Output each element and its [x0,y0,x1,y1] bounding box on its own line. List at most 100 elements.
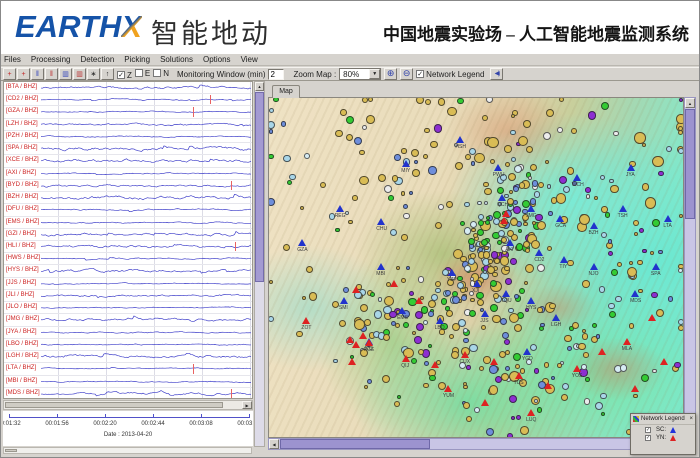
filter-traces-button[interactable]: ▥ [59,68,72,80]
event-marker [524,281,528,285]
scroll-right-button[interactable]: ▶ [242,401,252,409]
trace-row[interactable]: [JYA / BHZ] [4,327,252,339]
legend-checkbox-yn-box[interactable]: ✓ [645,435,651,441]
move-up-button[interactable]: ↑ [101,68,114,80]
menu-files[interactable]: Files [4,55,21,64]
legend-checkbox-sc-box[interactable]: ✓ [645,427,651,433]
legend-checkbox-sc[interactable]: ✓ [645,427,651,433]
scrollbar-thumb[interactable] [685,109,695,219]
scrollbar-thumb[interactable] [280,439,430,449]
component-n-checkbox-box[interactable] [153,69,161,77]
map-canvas[interactable]: HSHMIYPWUWCHJYAREGGZACHUQCHJMGGCABZHTSHL… [268,97,684,438]
trace-row[interactable]: [CD2 / BHZ] [4,94,252,106]
waveform-hscrollbar[interactable]: ▶ [3,400,253,410]
event-marker [497,187,504,194]
map-tab[interactable]: Map [272,85,300,98]
event-marker [487,137,499,149]
legend-checkbox-yn[interactable]: ✓ [645,435,651,441]
scrollbar-thumb[interactable] [255,92,264,282]
trace-row[interactable]: [LTA / BHZ] [4,363,252,375]
trace-row[interactable]: [GZA / BHZ] [4,106,252,118]
trace-row[interactable]: [DFU / BHZ] [4,204,252,216]
menu-picking[interactable]: Picking [124,55,150,64]
menu-view[interactable]: View [241,55,258,64]
scroll-left-button[interactable]: ◀ [269,439,279,449]
trace-row[interactable]: [SPA / BHZ] [4,143,252,155]
station-map-label: GCA [555,223,566,229]
trace-row[interactable]: [LZH / BHZ] [4,119,252,131]
map-zoom-out-button[interactable]: ⊖ [400,68,413,80]
trace-row[interactable]: [HYS / BHZ] [4,265,252,277]
component-e-checkbox[interactable]: E [135,69,150,78]
scroll-up-button[interactable]: ▲ [685,98,695,108]
pick-tool-button[interactable]: + [3,68,16,80]
trace-row[interactable]: [BTA / BHZ] [4,82,252,94]
event-marker [441,298,448,305]
trace-row[interactable]: [LGH / BHZ] [4,351,252,363]
network-legend-checkbox[interactable]: ✓Network Legend [416,70,484,79]
event-marker [513,353,521,361]
trace-row[interactable]: [GZI / BHZ] [4,229,252,241]
autoscale-button[interactable]: ∗ [87,68,100,80]
sc-station-icon [436,317,444,324]
menu-solutions[interactable]: Solutions [160,55,193,64]
map-vscrollbar[interactable]: ▲ ▼ [684,97,696,438]
trace-row[interactable]: [PZH / BHZ] [4,131,252,143]
waveform-panel[interactable]: [BTA / BHZ][CD2 / BHZ][GZA / BHZ][LZH / … [3,81,253,399]
event-marker [513,186,519,192]
spectrum-button[interactable]: ▥ [73,68,86,80]
trace-row[interactable]: [AXI / BHZ] [4,168,252,180]
trace-row[interactable]: [HWS / BHZ] [4,253,252,265]
menu-processing[interactable]: Processing [31,55,71,64]
trace-row[interactable]: [JLO / BHZ] [4,302,252,314]
yn-station-icon [515,372,523,379]
component-z-checkbox[interactable]: ✓Z [117,71,132,80]
event-marker [438,98,445,105]
trace-row[interactable]: [BYD / BHZ] [4,180,252,192]
sc-station-icon [523,348,531,355]
station-map-label: JYA [626,172,635,178]
trace-row[interactable]: [EMS / BHZ] [4,217,252,229]
scrollbar-thumb[interactable] [5,402,223,408]
network-legend-checkbox-box[interactable]: ✓ [416,70,424,78]
audio-alert-button[interactable]: ◀) [490,68,503,80]
scroll-up-button[interactable]: ▲ [255,82,264,91]
trace-row[interactable]: [JMG / BHZ] [4,314,252,326]
pause-traces-button[interactable]: ‖ [31,68,44,80]
waveform-vscrollbar[interactable]: ▲ [254,81,265,447]
map-zoom-in-button[interactable]: ⊕ [384,68,397,80]
component-n-checkbox[interactable]: N [153,69,169,78]
trace-row[interactable]: [XCE / BHZ] [4,155,252,167]
station-map-label: MBI [376,271,385,277]
axis-tick-label: 00:03:08 [189,421,212,427]
component-z-checkbox-box[interactable]: ✓ [117,71,125,79]
station-map-label: CUX [460,359,471,365]
menu-detection[interactable]: Detection [80,55,114,64]
zoom-map-select[interactable]: 80%▼ [339,68,381,80]
event-marker [283,244,291,252]
scrollbar-thumb[interactable] [5,449,17,452]
legend-titlebar[interactable]: Network Legend × [631,414,695,425]
event-marker [609,311,616,318]
event-marker [434,124,442,132]
close-icon[interactable]: × [689,416,693,422]
monitoring-window-input[interactable] [268,69,284,80]
trace-row[interactable]: [MBI / BHZ] [4,376,252,388]
event-marker [281,121,287,127]
trace-row[interactable]: [JLI / BHZ] [4,290,252,302]
map-hscrollbar[interactable]: ◀ [268,438,684,450]
trace-row[interactable]: [HLI / BHZ] [4,241,252,253]
trace-row[interactable]: [JJS / BHZ] [4,278,252,290]
component-e-checkbox-box[interactable] [135,69,143,77]
bottom-scrollbar[interactable] [3,447,252,454]
add-pick-button[interactable]: + [17,68,30,80]
trace-row[interactable]: [BZH / BHZ] [4,192,252,204]
event-marker [601,206,608,213]
trace-row[interactable]: [LBO / BHZ] [4,339,252,351]
menu-options[interactable]: Options [203,55,231,64]
event-marker [391,321,396,326]
event-marker [374,310,382,318]
resume-traces-button[interactable]: ‖ [45,68,58,80]
trace-row[interactable]: [MDS / BHZ] [4,388,252,399]
component-checkboxes: ✓ZEN [117,69,172,80]
